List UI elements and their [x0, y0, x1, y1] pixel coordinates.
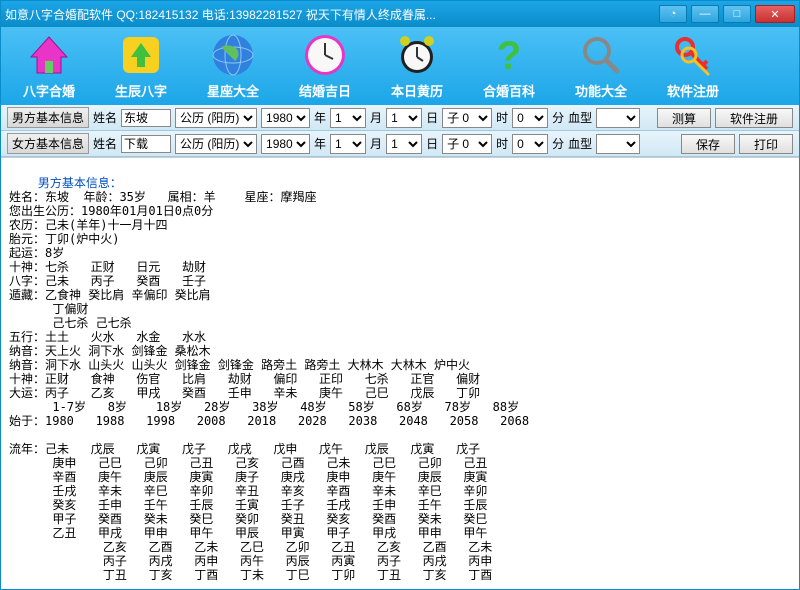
hour-label: 时: [496, 135, 508, 152]
hour-label: 时: [496, 109, 508, 126]
day-label: 日: [426, 135, 438, 152]
blood-label: 血型: [568, 135, 592, 152]
female-info-row: 女方基本信息姓名公历 (阳历)1980年1月1日子 0时0分血型保存打印: [1, 131, 799, 157]
year-label: 年: [314, 135, 326, 152]
male-info-row: 男方基本信息姓名公历 (阳历)1980年1月1日子 0时0分血型测算软件注册: [1, 105, 799, 131]
min-select[interactable]: 0: [512, 108, 548, 128]
close-button[interactable]: ✕: [755, 5, 795, 23]
name-input[interactable]: [121, 135, 171, 153]
day-select[interactable]: 1: [386, 108, 422, 128]
toolbar-label: 功能大全: [575, 81, 627, 100]
action-btn-1[interactable]: 测算: [657, 108, 711, 128]
toolbar-house[interactable]: 八字合婚: [9, 31, 89, 101]
toolbar-alarm[interactable]: 本日黄历: [377, 31, 457, 101]
result-body: 姓名：东坡 年龄：35岁 属相：羊 星座：摩羯座 您出生公历：1980年01月0…: [9, 190, 529, 589]
min-select[interactable]: 0: [512, 134, 548, 154]
day-label: 日: [426, 109, 438, 126]
month-select[interactable]: 1: [330, 134, 366, 154]
action-btn-2[interactable]: 打印: [739, 134, 793, 154]
toolbar-globe[interactable]: 星座大全: [193, 31, 273, 101]
globe-icon: [209, 31, 257, 79]
name-label: 姓名: [93, 135, 117, 152]
help-button[interactable]: ◔: [659, 5, 687, 23]
month-label: 月: [370, 135, 382, 152]
toolbar-label: 结婚吉日: [299, 81, 351, 100]
svg-text:?: ?: [497, 34, 521, 78]
name-input[interactable]: [121, 109, 171, 127]
toolbar-arrow[interactable]: 生辰八字: [101, 31, 181, 101]
toolbar-label: 合婚百科: [483, 81, 535, 100]
toolbar-key[interactable]: 软件注册: [653, 31, 733, 101]
action-btn-1[interactable]: 保存: [681, 134, 735, 154]
key-icon: [669, 31, 717, 79]
house-icon: [25, 31, 73, 79]
toolbar-label: 软件注册: [667, 81, 719, 100]
toolbar-label: 星座大全: [207, 81, 259, 100]
question-icon: ?: [485, 31, 533, 79]
blood-label: 血型: [568, 109, 592, 126]
blood-select[interactable]: [596, 108, 640, 128]
action-btn-2[interactable]: 软件注册: [715, 108, 793, 128]
toolbar-search[interactable]: 功能大全: [561, 31, 641, 101]
year-label: 年: [314, 109, 326, 126]
min-label: 分: [552, 135, 564, 152]
result-header: 男方基本信息：: [38, 176, 122, 190]
arrow-icon: [117, 31, 165, 79]
result-area: 男方基本信息： 姓名：东坡 年龄：35岁 属相：羊 星座：摩羯座 您出生公历：1…: [1, 157, 799, 589]
blood-select[interactable]: [596, 134, 640, 154]
hour-select[interactable]: 子 0: [442, 108, 492, 128]
search-icon: [577, 31, 625, 79]
titlebar: 如意八字合婚配软件 QQ:182415132 电话:13982281527 祝天…: [1, 1, 799, 27]
day-select[interactable]: 1: [386, 134, 422, 154]
calendar-select[interactable]: 公历 (阳历): [175, 134, 257, 154]
toolbar-clock[interactable]: 结婚吉日: [285, 31, 365, 101]
maximize-button[interactable]: □: [723, 5, 751, 23]
hour-select[interactable]: 子 0: [442, 134, 492, 154]
month-select[interactable]: 1: [330, 108, 366, 128]
row-tag: 男方基本信息: [7, 107, 89, 128]
calendar-select[interactable]: 公历 (阳历): [175, 108, 257, 128]
toolbar-label: 八字合婚: [23, 81, 75, 100]
year-select[interactable]: 1980: [261, 134, 310, 154]
clock-icon: [301, 31, 349, 79]
month-label: 月: [370, 109, 382, 126]
min-label: 分: [552, 109, 564, 126]
minimize-button[interactable]: —: [691, 5, 719, 23]
year-select[interactable]: 1980: [261, 108, 310, 128]
alarm-icon: [393, 31, 441, 79]
toolbar: 八字合婚 生辰八字 星座大全 结婚吉日 本日黄历? 合婚百科 功能大全 软件注册: [1, 27, 799, 105]
name-label: 姓名: [93, 109, 117, 126]
toolbar-label: 生辰八字: [115, 81, 167, 100]
toolbar-question[interactable]: ? 合婚百科: [469, 31, 549, 101]
row-tag: 女方基本信息: [7, 133, 89, 154]
title-text: 如意八字合婚配软件 QQ:182415132 电话:13982281527 祝天…: [5, 6, 659, 23]
toolbar-label: 本日黄历: [391, 81, 443, 100]
